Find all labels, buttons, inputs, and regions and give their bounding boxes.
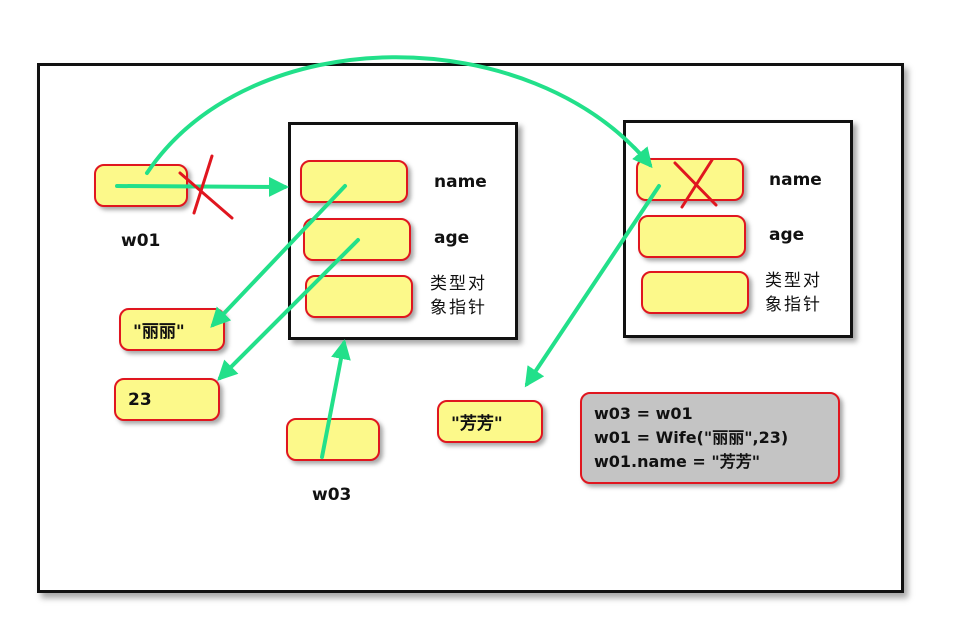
arrow-w01-to-right-object	[145, 55, 653, 175]
arrow-w03-to-left-object	[320, 339, 351, 459]
arrow-right-name-to-fangfang	[524, 184, 661, 388]
cross-right-stroke-2	[680, 158, 714, 209]
arrow-left-name-to-lili	[210, 184, 347, 328]
arrow-left-age-to-23	[217, 238, 360, 381]
arrows-layer	[115, 55, 718, 459]
